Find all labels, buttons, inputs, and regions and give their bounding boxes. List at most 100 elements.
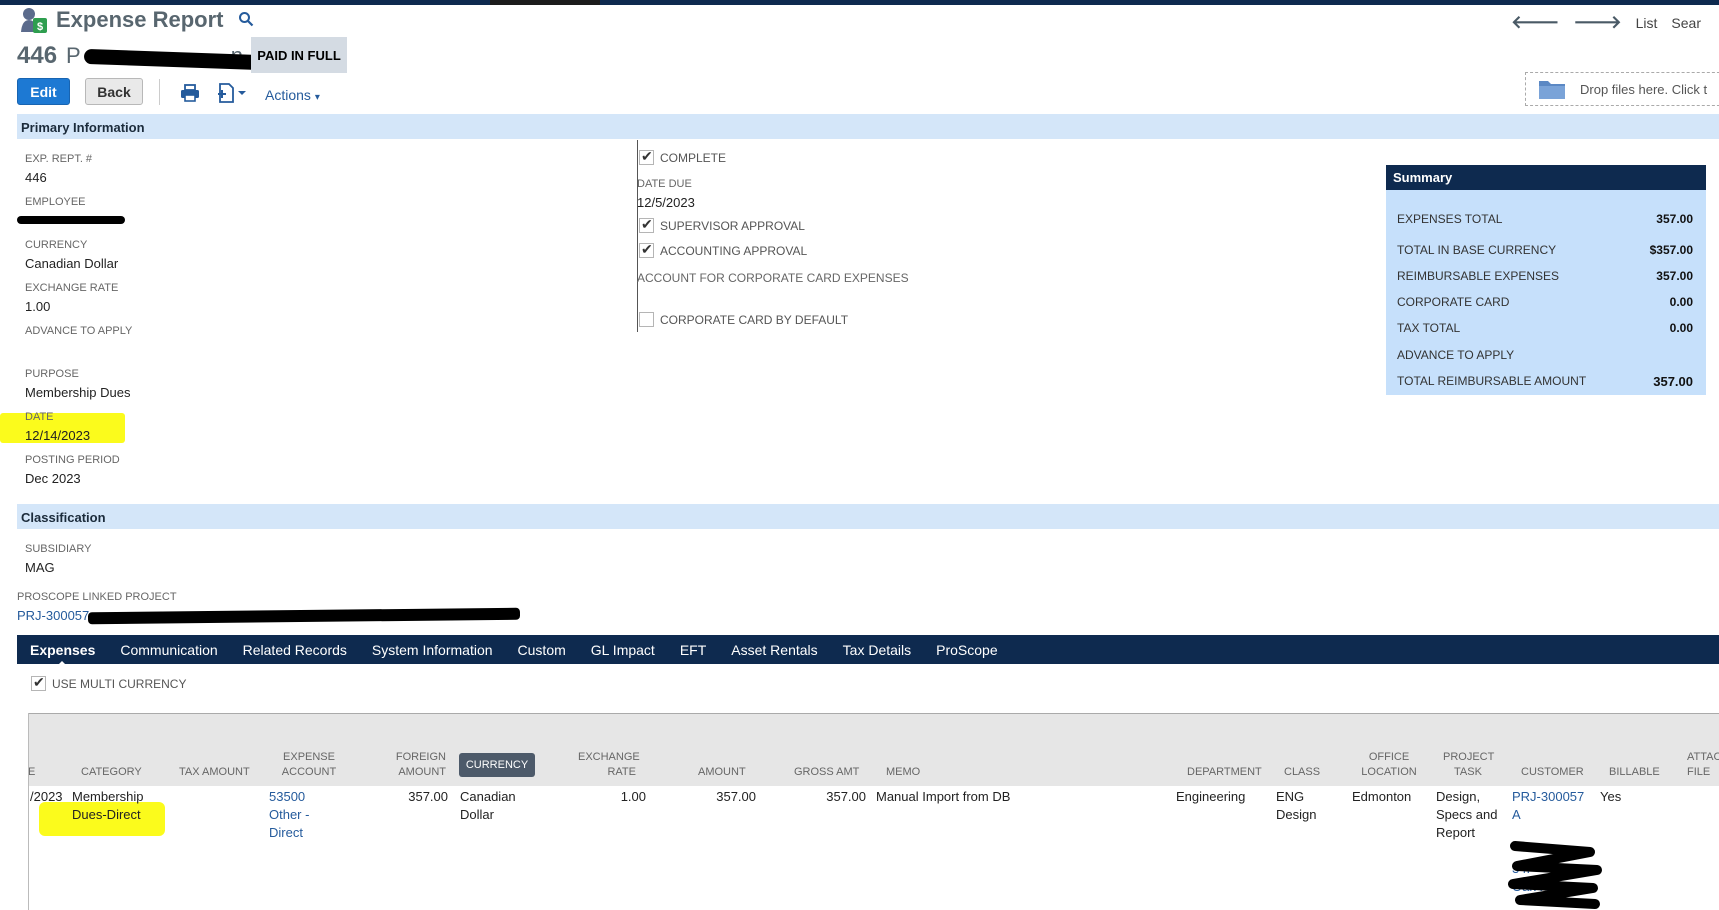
- date-due-label: DATE DUE: [637, 178, 692, 190]
- cell-memo: Manual Import from DB: [876, 789, 1011, 804]
- edit-button[interactable]: Edit: [17, 78, 70, 105]
- cell-office-location: Edmonton: [1352, 789, 1412, 804]
- tab-expenses[interactable]: Expenses: [30, 642, 95, 667]
- search-link[interactable]: Sear: [1671, 15, 1701, 31]
- back-arrow-icon[interactable]: 🡐: [1511, 12, 1559, 33]
- multi-currency-row: USE MULTI CURRENCY: [31, 674, 186, 691]
- currency-tooltip: CURRENCY: [459, 753, 535, 777]
- supervisor-approval-label: SUPERVISOR APPROVAL: [660, 218, 805, 233]
- record-navigation: 🡐 🡒 List Sear: [1511, 12, 1701, 33]
- col-project-task[interactable]: PROJECT TASK: [1443, 750, 1494, 780]
- proscope-project-label: PROSCOPE LINKED PROJECT: [17, 591, 177, 603]
- list-link[interactable]: List: [1636, 15, 1658, 31]
- print-icon[interactable]: [180, 84, 200, 102]
- col-date[interactable]: E: [28, 765, 35, 780]
- chevron-down-icon: ▾: [314, 92, 320, 103]
- purpose-value: Membership Dues: [25, 385, 131, 400]
- complete-checkbox-row: COMPLETE: [639, 148, 727, 165]
- proscope-project-link[interactable]: PRJ-300057: [17, 608, 89, 623]
- tab-system-information[interactable]: System Information: [372, 642, 493, 658]
- complete-checkbox: [639, 148, 654, 165]
- col-attach-file[interactable]: ATTAC FILE: [1687, 750, 1719, 780]
- summary-row: EXPENSES TOTAL 357.00: [1397, 212, 1693, 226]
- col-customer[interactable]: CUSTOMER: [1521, 765, 1584, 780]
- exp-rept-label: EXP. REPT. #: [25, 153, 93, 165]
- col-billable[interactable]: BILLABLE: [1609, 765, 1660, 780]
- currency-value: Canadian Dollar: [25, 256, 119, 271]
- col-gross-amt[interactable]: GROSS AMT: [794, 765, 859, 780]
- col-expense-account[interactable]: EXPENSE ACCOUNT: [279, 750, 339, 780]
- summary-row: ADVANCE TO APPLY: [1397, 348, 1515, 362]
- tab-asset-rentals[interactable]: Asset Rentals: [731, 642, 817, 658]
- currency-label: CURRENCY: [25, 239, 88, 251]
- exchange-rate-label: EXCHANGE RATE: [25, 282, 119, 294]
- cell-class: ENG Design: [1276, 789, 1317, 822]
- date-due-value: 12/5/2023: [637, 195, 695, 210]
- record-number: 446: [17, 42, 58, 69]
- col-amount[interactable]: AMOUNT: [698, 765, 746, 780]
- search-icon[interactable]: [238, 11, 254, 27]
- cell-gross-amt: 357.00: [826, 789, 866, 804]
- accounting-approval-label: ACCOUNTING APPROVAL: [660, 243, 808, 258]
- page-title: Expense Report: [56, 7, 224, 32]
- col-foreign-amount[interactable]: FOREIGN AMOUNT: [388, 750, 446, 780]
- col-category[interactable]: CATEGORY: [81, 765, 142, 780]
- cell-category: Membership Dues-Direct: [72, 789, 144, 822]
- supervisor-approval-checkbox: [639, 216, 654, 233]
- tab-tax-details[interactable]: Tax Details: [843, 642, 911, 658]
- top-nav-segment: [490, 0, 600, 5]
- expense-report-icon: $: [21, 8, 47, 33]
- cell-expense-account[interactable]: 53500 Other - Direct: [269, 788, 309, 842]
- cell-exchange-rate: 1.00: [620, 789, 646, 804]
- posting-period-label: POSTING PERIOD: [25, 454, 120, 466]
- posting-period-value: Dec 2023: [25, 471, 81, 486]
- multi-currency-checkbox[interactable]: [31, 674, 46, 691]
- actions-menu[interactable]: Actions ▾: [265, 87, 320, 103]
- table-row[interactable]: /2023 Membership Dues-Direct 53500 Other -…: [28, 788, 1719, 910]
- col-exchange-rate[interactable]: EXCHANGE RATE: [578, 750, 640, 780]
- purpose-label: PURPOSE: [25, 368, 79, 380]
- accounting-approval-row: ACCOUNTING APPROVAL: [639, 241, 808, 258]
- col-department[interactable]: DEPARTMENT: [1187, 765, 1262, 780]
- cell-billable: Yes: [1600, 789, 1622, 804]
- classification-header[interactable]: Classification: [17, 504, 1719, 529]
- date-label: DATE: [25, 411, 54, 423]
- exp-rept-value: 446: [25, 170, 47, 185]
- accounting-approval-checkbox: [639, 241, 654, 258]
- tab-communication[interactable]: Communication: [120, 642, 217, 658]
- advance-to-apply-label: ADVANCE TO APPLY: [25, 325, 133, 337]
- expenses-grid-header: E CATEGORY TAX AMOUNT EXPENSE ACCOUNT FOR…: [28, 714, 1719, 786]
- col-office-location[interactable]: OFFICE LOCATION: [1360, 750, 1418, 780]
- col-tax-amount[interactable]: TAX AMOUNT: [179, 765, 250, 780]
- summary-title: Summary: [1386, 165, 1706, 190]
- col-class[interactable]: CLASS: [1284, 765, 1320, 780]
- status-badge: PAID IN FULL: [251, 37, 347, 73]
- column-divider: [637, 140, 638, 332]
- tab-proscope[interactable]: ProScope: [936, 642, 997, 658]
- subsidiary-label: SUBSIDIARY: [25, 543, 92, 555]
- cell-amount: 357.00: [716, 789, 756, 804]
- new-document-icon[interactable]: [217, 83, 247, 103]
- exchange-rate-value: 1.00: [25, 299, 51, 314]
- summary-row: TOTAL REIMBURSABLE AMOUNT 357.00: [1397, 374, 1693, 389]
- summary-row: TOTAL IN BASE CURRENCY $357.00: [1397, 243, 1693, 257]
- primary-information-header[interactable]: Primary Information: [17, 114, 1719, 139]
- tab-eft[interactable]: EFT: [680, 642, 706, 658]
- col-memo[interactable]: MEMO: [886, 765, 920, 780]
- date-value: 12/14/2023: [25, 428, 91, 443]
- back-button[interactable]: Back: [85, 78, 143, 105]
- cell-currency: Canadian Dollar: [460, 789, 516, 822]
- forward-arrow-icon[interactable]: 🡒: [1573, 12, 1621, 33]
- cell-department: Engineering: [1176, 789, 1246, 804]
- project-redaction: [87, 607, 521, 625]
- corp-card-default-label: CORPORATE CARD BY DEFAULT: [660, 312, 849, 327]
- tab-custom[interactable]: Custom: [518, 642, 566, 658]
- employee-redaction: [17, 216, 125, 224]
- drop-zone-label: Drop files here. Click t: [1580, 81, 1708, 97]
- tab-gl-impact[interactable]: GL Impact: [591, 642, 655, 658]
- tab-related-records[interactable]: Related Records: [243, 642, 347, 658]
- employee-label: EMPLOYEE: [25, 196, 86, 208]
- file-drop-zone[interactable]: Drop files here. Click t: [1525, 72, 1719, 106]
- summary-row: CORPORATE CARD 0.00: [1397, 295, 1693, 309]
- complete-label: COMPLETE: [660, 150, 727, 165]
